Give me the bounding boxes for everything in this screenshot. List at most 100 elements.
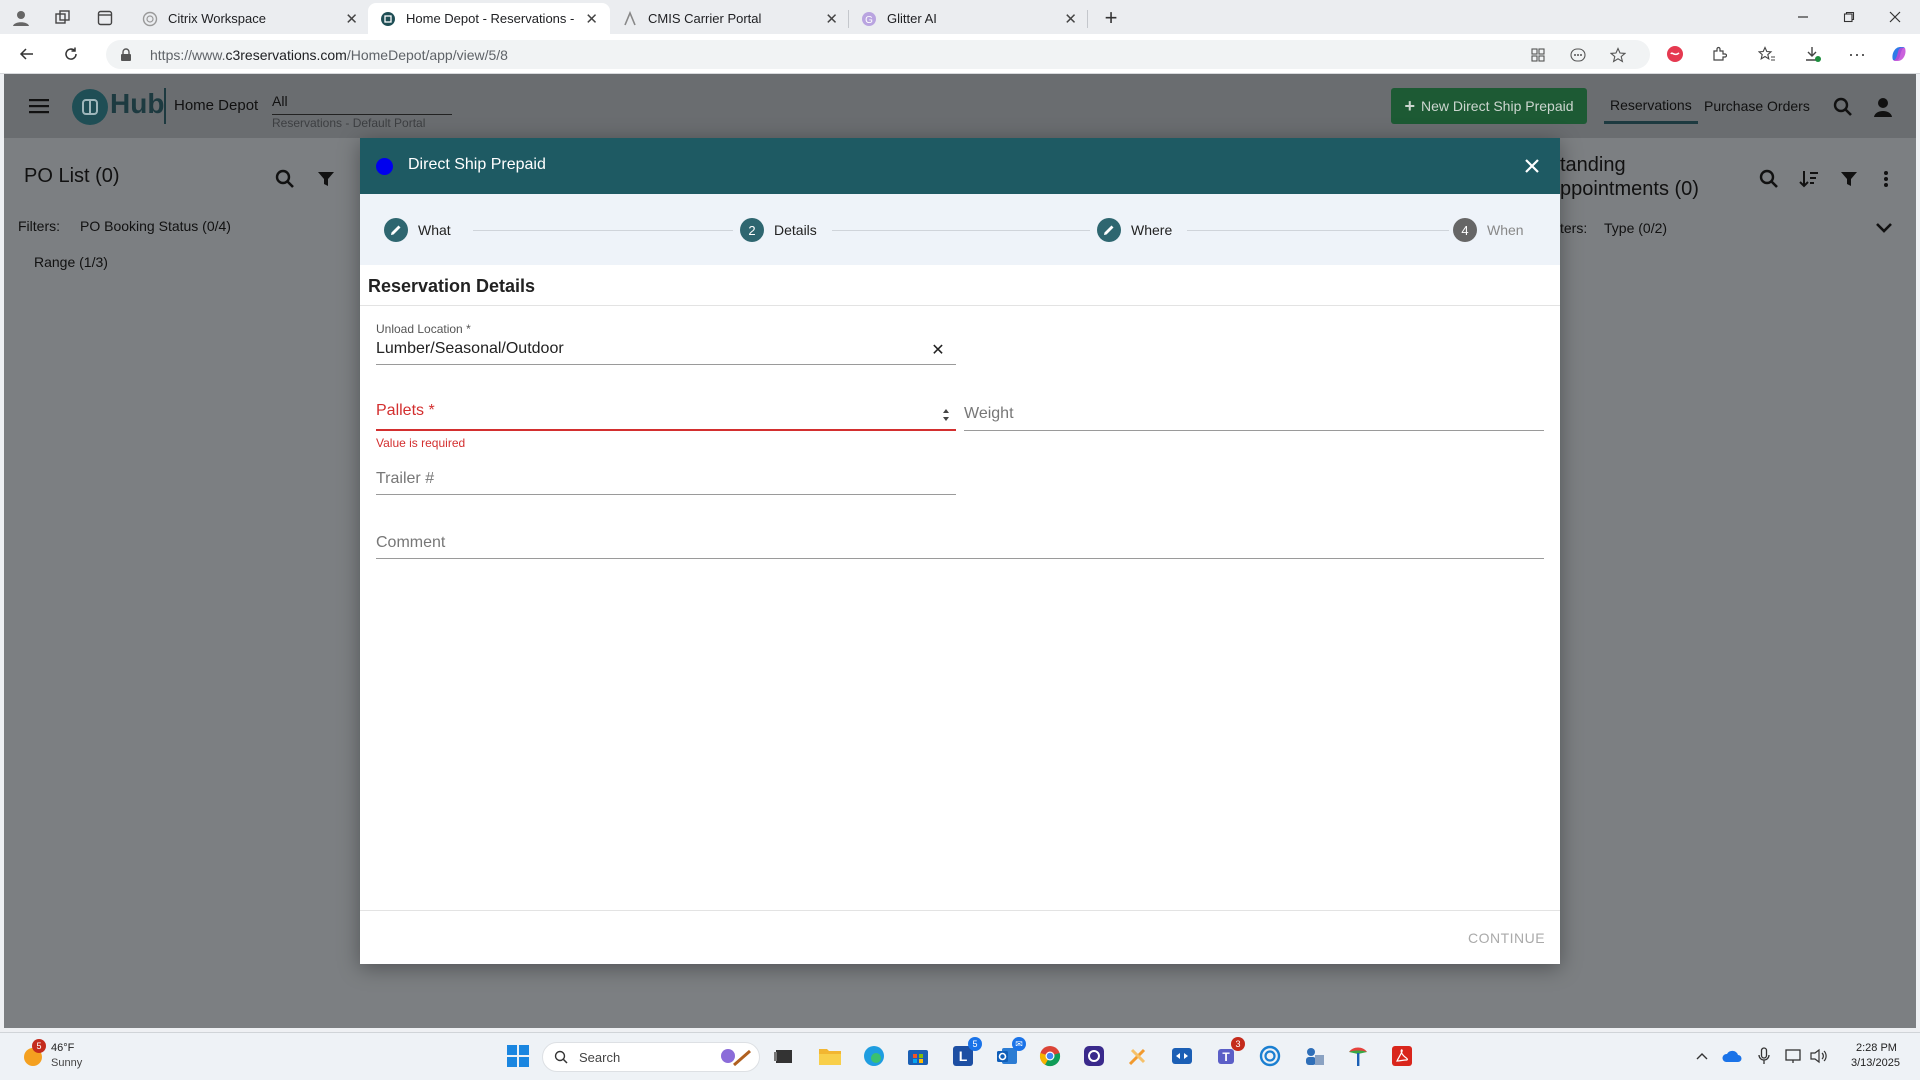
dialog-title: Direct Ship Prepaid [408,156,546,173]
plus-icon: + [1404,95,1415,116]
spiral-app-icon[interactable] [1255,1041,1285,1071]
number-spinner-icon[interactable] [940,406,952,424]
minimize-icon[interactable] [1780,0,1826,34]
chevron-up-icon[interactable] [1687,1041,1717,1071]
refresh-icon[interactable] [58,42,84,66]
tab-title: CMIS Carrier Portal [648,11,762,26]
po-filter-icon[interactable] [313,166,339,192]
close-tab-icon[interactable]: ✕ [825,10,838,28]
paint-app-icon[interactable] [1343,1041,1373,1071]
nav-purchase-orders[interactable]: Purchase Orders [1704,88,1810,124]
standing-appointments-title-2: ppointments (0) [1560,178,1699,200]
continue-button[interactable]: CONTINUE [1468,930,1545,946]
hamburger-menu-icon[interactable] [26,94,52,118]
purple-app-icon[interactable] [1079,1041,1109,1071]
extensions-icon[interactable] [1706,42,1732,66]
teams-icon[interactable]: T 3 [1211,1037,1245,1071]
trailer-number-input[interactable]: Trailer # [376,470,434,488]
edit-pencil-icon [1097,218,1121,242]
nav-reservations[interactable]: Reservations [1604,88,1698,124]
step-label: What [418,222,451,238]
remote-desktop-icon[interactable] [1167,1041,1197,1071]
close-window-icon[interactable] [1872,0,1918,34]
acrobat-icon[interactable] [1387,1041,1417,1071]
dialog-header: Direct Ship Prepaid [360,138,1560,194]
po-filter-range[interactable]: Range (1/3) [34,254,108,270]
step-details[interactable]: 2 Details [740,218,817,242]
browser-tab[interactable]: CMIS Carrier Portal ✕ [610,3,850,34]
chrome-icon[interactable] [1035,1041,1065,1071]
appt-more-icon[interactable] [1876,166,1896,192]
po-search-icon[interactable] [272,166,298,192]
workspaces-icon[interactable] [50,6,76,30]
restore-icon[interactable] [1826,0,1872,34]
step-connector [1187,230,1449,231]
more-options-icon[interactable]: ··· [1844,42,1870,66]
new-tab-icon[interactable]: + [1097,5,1125,30]
browser-tab-active[interactable]: Home Depot - Reservations - Def ✕ [368,3,610,34]
lock-icon[interactable] [118,47,134,63]
url-bar[interactable]: https://www.c3reservations.com/HomeDepot… [106,40,1650,69]
browser-tab[interactable]: Citrix Workspace ✕ [130,3,370,34]
close-tab-icon[interactable]: ✕ [345,10,358,28]
outlook-badge: ✉ [1012,1037,1026,1051]
reader-mode-icon[interactable] [1568,46,1588,64]
step-what[interactable]: What [384,218,451,242]
clock-date[interactable]: 3/13/2025 [1851,1057,1900,1069]
microphone-icon[interactable] [1749,1041,1779,1071]
browser-tab[interactable]: G Glitter AI ✕ [849,3,1089,34]
chevron-down-icon[interactable] [1872,216,1896,240]
file-explorer-icon[interactable] [815,1041,845,1071]
l-app-badge: 5 [968,1037,982,1051]
comment-input[interactable]: Comment [376,534,445,552]
extension-red-icon[interactable] [1662,42,1688,66]
downloads-icon[interactable] [1800,42,1826,66]
clock-time[interactable]: 2:28 PM [1856,1042,1897,1054]
weather-sun-icon[interactable]: 5 [18,1039,48,1071]
user-account-icon[interactable] [1870,94,1896,120]
step-when[interactable]: 4 When [1453,218,1524,242]
close-tab-icon[interactable]: ✕ [1064,10,1077,28]
po-filter-booking-status[interactable]: PO Booking Status (0/4) [80,218,231,234]
edge-browser-icon[interactable] [859,1041,889,1071]
appt-filter-icon[interactable] [1836,166,1862,192]
address-bar-row: https://www.c3reservations.com/HomeDepot… [0,34,1920,74]
search-icon[interactable] [1830,94,1856,120]
view-select[interactable]: All [272,93,288,109]
close-tab-icon[interactable]: ✕ [585,10,598,28]
back-icon[interactable] [14,42,40,66]
taskbar-search-box[interactable]: Search [542,1042,760,1072]
step-where[interactable]: Where [1097,218,1172,242]
appt-search-icon[interactable] [1756,166,1782,192]
unload-location-field[interactable]: Lumber/Seasonal/Outdoor [376,340,564,358]
onedrive-cloud-icon[interactable] [1717,1041,1747,1071]
favorite-star-icon[interactable] [1608,46,1628,64]
app-available-icon[interactable] [1528,46,1548,64]
favorites-icon[interactable] [1754,42,1780,66]
copilot-icon[interactable] [1886,42,1912,66]
people-app-icon[interactable] [1299,1041,1329,1071]
weather-condition: Sunny [51,1057,83,1069]
cmis-favicon-icon [622,10,638,27]
profile-icon[interactable] [8,6,34,30]
pallets-input[interactable]: Pallets * [376,402,435,420]
l-app-icon[interactable]: L 5 [948,1037,982,1071]
tool-app-icon[interactable] [1123,1041,1153,1071]
po-list-title: PO List (0) [24,165,120,187]
microsoft-store-icon[interactable] [903,1041,933,1071]
weight-input[interactable]: Weight [964,405,1014,423]
windows-start-icon[interactable] [503,1041,533,1071]
clear-field-icon[interactable]: ✕ [928,340,948,360]
weather-temp: 46°F [51,1042,75,1054]
volume-icon[interactable] [1804,1041,1834,1071]
tab-title: Home Depot - Reservations - Def [406,11,577,26]
task-view-icon[interactable] [769,1041,799,1071]
appt-sort-icon[interactable] [1796,166,1822,192]
po-filters-label: Filters: [18,218,60,234]
new-direct-ship-prepaid-button[interactable]: + New Direct Ship Prepaid [1391,88,1587,124]
outlook-icon[interactable]: ✉ [992,1037,1026,1071]
unload-location-label: Unload Location * [376,322,471,336]
close-dialog-icon[interactable] [1520,154,1544,178]
appt-filter-type[interactable]: Type (0/2) [1604,220,1667,236]
tab-actions-icon[interactable] [92,6,118,30]
